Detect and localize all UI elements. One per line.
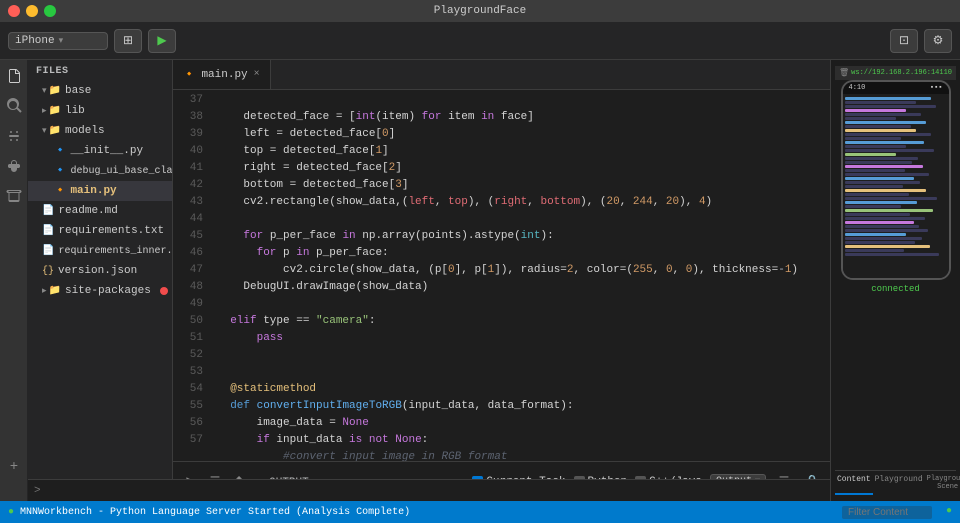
sidebar-header: Files [28,60,172,81]
play-button[interactable]: ▶ [148,29,176,53]
maximize-button[interactable] [44,5,56,17]
file-tree: ▾ 📁 base ▸ 📁 lib ▾ 📁 models 🔹 __init__.p… [28,81,172,480]
status-text: MNNWorkbench - Python Language Server St… [20,507,410,518]
toolbar: iPhone ▾ ⊞ ▶ ⊡ ⚙ [0,22,960,60]
code-editor[interactable]: detected_face = [int(item) for item in f… [209,90,830,461]
close-button[interactable] [8,5,20,17]
folder-icon: 📁 [49,125,61,137]
status-bar: ● MNNWorkbench - Python Language Server … [0,501,960,523]
connected-status: connected [871,284,920,294]
sidebar-item-lib[interactable]: ▸ 📁 lib [28,101,172,121]
tab-playground-scene[interactable]: Playground Scene [925,471,960,495]
tab-content[interactable]: Content [835,471,873,495]
file-label: base [65,85,91,97]
sidebar-item-readme[interactable]: 📄 readme.md [28,201,172,221]
file-label: __init__.py [70,145,143,157]
file-label: lib [65,105,85,117]
status-right: ● [842,506,952,519]
file-label: debug_ui_base_class.py [70,166,172,177]
folder-icon: 📁 [49,105,61,117]
iphone-code-preview [843,94,949,278]
device-selector[interactable]: iPhone ▾ [8,32,108,50]
tab-bar: 🔸 main.py × [173,60,830,90]
expand-icon: ▾ [42,86,47,96]
activity-search-icon[interactable] [2,94,26,118]
sidebar: Files ▾ 📁 base ▸ 📁 lib ▾ 📁 models 🔹 __in… [28,60,173,501]
terminal-input[interactable] [34,485,824,497]
iphone-frame: 4:10 ▪▪▪ [841,80,951,280]
sidebar-item-debug-base[interactable]: 🔹 debug_ui_base_class.py [28,161,172,181]
editor-area: 🔸 main.py × 3738394041 4243444546 474849… [173,60,830,501]
py-icon: 🔹 [54,165,66,177]
txt-icon: 📄 [42,225,54,237]
tab-close-icon[interactable]: × [254,69,260,80]
sidebar-item-version[interactable]: {} version.json [28,261,172,281]
folder-icon: 📁 [49,285,61,297]
sidebar-item-models[interactable]: ▾ 📁 models [28,121,172,141]
expand-icon: ▸ [42,106,47,116]
expand-icon: ▾ [42,126,47,136]
sidebar-item-requirements-inner[interactable]: 📄 requirements_inner.txt [28,241,172,261]
trash-icon[interactable]: 🗑 [839,68,849,78]
line-numbers: 3738394041 4243444546 4748495051 5253545… [173,90,209,461]
tab-playground[interactable]: Playground [873,471,925,495]
file-label: models [65,125,105,137]
iphone-status-bar: 4:10 ▪▪▪ [843,82,949,94]
status-dot: ● [946,506,952,519]
main-layout: Files ▾ 📁 base ▸ 📁 lib ▾ 📁 models 🔹 __in… [0,60,960,501]
file-label: site-packages [65,285,151,297]
play-icon: ▶ [157,33,166,48]
grid-icon: ⊞ [123,33,133,48]
activity-extensions-icon[interactable] [2,184,26,208]
py-icon: 🔸 [54,185,66,197]
sidebar-item-main[interactable]: 🔸 main.py [28,181,172,201]
sidebar-item-requirements[interactable]: 📄 requirements.txt [28,221,172,241]
settings-button[interactable]: ⚙ [924,29,952,53]
sidebar-item-init[interactable]: 🔹 __init__.py [28,141,172,161]
device-label: iPhone [15,35,55,47]
file-label: requirements_inner.txt [58,246,172,257]
file-label: main.py [70,185,116,197]
expand-icon: ▸ [42,286,47,296]
activity-files-icon[interactable] [2,64,26,88]
activity-debug-icon[interactable] [2,154,26,178]
tab-file-icon: 🔸 [183,69,195,81]
chevron-down-icon: ▾ [59,36,64,46]
tab-main-py[interactable]: 🔸 main.py × [173,60,271,89]
minimize-button[interactable] [26,5,38,17]
preview-panel: 🗑 ws://192.168.2.196:14110 4:10 ▪▪▪ [830,60,960,501]
tab-label: main.py [201,69,247,81]
py-icon: 🔹 [54,145,66,157]
status-indicator: ● [8,507,14,518]
phone-info-bar: 🗑 ws://192.168.2.196:14110 [835,66,956,80]
folder-icon: 📁 [49,85,61,97]
monitor-button[interactable]: ⊡ [890,29,918,53]
txt-icon: 📄 [42,245,54,257]
activity-bar [0,60,28,501]
window-title: PlaygroundFace [434,5,526,17]
activity-git-icon[interactable] [2,124,26,148]
iphone-screen: 4:10 ▪▪▪ [843,82,949,278]
file-label: readme.md [58,205,117,217]
sidebar-item-site-packages[interactable]: ▸ 📁 site-packages [28,281,172,301]
filter-content-input[interactable] [842,506,932,519]
add-file-button[interactable]: + [4,457,24,477]
md-icon: 📄 [42,205,54,217]
title-bar: PlaygroundFace [0,0,960,22]
phone-address: ws://192.168.2.196:14110 [851,69,952,77]
grid-button[interactable]: ⊞ [114,29,142,53]
editor-content: 3738394041 4243444546 4748495051 5253545… [173,90,830,461]
error-dot [160,287,168,295]
preview-tabs: Content Playground Playground Scene [835,470,956,495]
json-icon: {} [42,266,54,277]
sidebar-item-base[interactable]: ▾ 📁 base [28,81,172,101]
file-label: version.json [58,265,137,277]
monitor-icon: ⊡ [899,33,909,48]
toolbar-right: ⊡ ⚙ [890,29,952,53]
file-label: requirements.txt [58,225,164,237]
terminal-input-bar [28,479,830,501]
filter-content-input-container [842,506,932,519]
settings-icon: ⚙ [933,33,944,48]
traffic-lights [8,5,56,17]
